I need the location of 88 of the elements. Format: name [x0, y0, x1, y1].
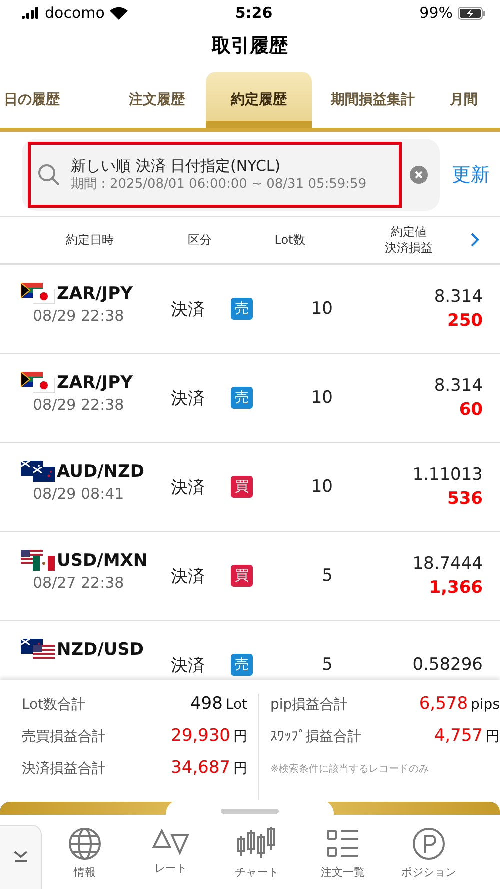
- summary-value: 4,757: [434, 726, 483, 746]
- candlestick-icon: [237, 827, 277, 861]
- column-header: 区分: [187, 232, 213, 248]
- chevron-down-icon: [12, 850, 28, 862]
- settlement-pnl: 250: [448, 311, 483, 331]
- history-tab[interactable]: 約定履歴: [206, 72, 312, 128]
- history-tab[interactable]: 期間損益集計: [312, 72, 434, 128]
- search-conditions: 新しい順 決済 日付指定(NYCL): [71, 156, 282, 176]
- settlement-pnl: 60: [459, 400, 483, 420]
- history-tab[interactable]: 月間: [434, 72, 494, 128]
- battery-percent: 99%: [420, 4, 453, 22]
- side-badge: 売: [231, 387, 253, 409]
- signal-icon: [22, 7, 40, 19]
- trade-type: 決済: [171, 298, 206, 320]
- collapse-button[interactable]: [0, 825, 42, 889]
- trade-date: 08/27 22:38: [32, 574, 126, 592]
- lot-count: 10: [310, 299, 333, 319]
- trade-price: 8.314: [434, 376, 483, 396]
- trade-price: 0.58296: [412, 655, 483, 675]
- page-title: 取引履歴: [210, 34, 289, 59]
- flags-icon: [21, 283, 55, 305]
- flags-icon: [21, 639, 55, 661]
- summary-label: 売買損益合計: [22, 728, 107, 746]
- summary-label: ｽﾜｯﾌﾟ損益合計: [270, 728, 362, 746]
- nav-item[interactable]: ポジション: [386, 827, 472, 880]
- p-circle-icon: [412, 827, 446, 861]
- clock-time: 5:26: [235, 4, 273, 22]
- summary-value: 29,930: [171, 726, 230, 746]
- summary-unit: 円: [234, 728, 248, 746]
- trade-type: 決済: [171, 654, 206, 676]
- currency-pair: ZAR/JPY: [57, 284, 133, 304]
- flags-icon: [21, 550, 55, 572]
- history-tab[interactable]: 日の履歴: [0, 72, 108, 128]
- summary-value: 34,687: [171, 758, 230, 778]
- column-header: 約定日時: [65, 232, 115, 248]
- chevron-right-icon[interactable]: [470, 232, 480, 248]
- trade-price: 18.7444: [412, 554, 483, 574]
- summary-unit: Lot: [226, 697, 248, 713]
- settlement-pnl: 536: [448, 489, 483, 509]
- flags-icon: [21, 372, 55, 394]
- summary-label: 決済損益合計: [22, 760, 107, 778]
- column-header: 約定値 決済損益: [384, 224, 434, 256]
- trade-type: 決済: [171, 566, 206, 588]
- clear-icon[interactable]: [410, 166, 428, 184]
- currency-pair: NZD/USD: [57, 640, 144, 660]
- settlement-pnl: 1,366: [429, 578, 483, 598]
- search-period: 期間：2025/08/01 06:00:00 ~ 08/31 05:59:59: [71, 176, 367, 194]
- nav-item[interactable]: 注文一覧: [300, 827, 386, 880]
- summary-unit: 円: [486, 728, 500, 746]
- trade-date: 08/29 08:41: [32, 485, 126, 503]
- summary-unit: pips: [471, 697, 500, 713]
- lot-count: 5: [321, 566, 333, 586]
- side-badge: 売: [231, 298, 253, 320]
- trade-date: 08/29 22:38: [32, 307, 126, 325]
- summary-value: 498: [190, 694, 223, 714]
- search-field[interactable]: 新しい順 決済 日付指定(NYCL) 期間：2025/08/01 06:00:00 ~ 08/31 05:59:59: [22, 139, 440, 211]
- summary-note: ※検索条件に該当するレコードのみ: [270, 762, 430, 776]
- wifi-icon: [110, 6, 128, 20]
- trade-price: 8.314: [434, 287, 483, 307]
- search-icon: [37, 163, 61, 187]
- currency-pair: AUD/NZD: [57, 462, 144, 482]
- globe-icon: [68, 827, 102, 861]
- side-badge: 買: [231, 476, 253, 498]
- summary-value: 6,578: [419, 694, 468, 714]
- summary-label: pip損益合計: [270, 696, 350, 714]
- nav-item[interactable]: チャート: [214, 827, 300, 880]
- trade-type: 決済: [171, 476, 206, 498]
- nav-item[interactable]: レート: [128, 827, 214, 876]
- carrier-name: docomo: [45, 4, 105, 22]
- refresh-button[interactable]: 更新: [452, 162, 490, 188]
- lot-count: 10: [310, 388, 333, 408]
- currency-pair: ZAR/JPY: [57, 373, 133, 393]
- summary-label: Lot数合計: [22, 696, 87, 714]
- summary-unit: 円: [234, 760, 248, 778]
- column-header: Lot数: [274, 232, 306, 248]
- history-tab[interactable]: 注文履歴: [108, 72, 206, 128]
- lot-count: 5: [321, 655, 333, 675]
- trade-price: 1.11013: [412, 465, 483, 485]
- trade-type: 決済: [171, 388, 206, 410]
- side-badge: 売: [231, 654, 253, 676]
- side-badge: 買: [231, 565, 253, 587]
- triangles-icon: [152, 827, 190, 857]
- trade-date: 08/29 22:38: [32, 396, 126, 414]
- currency-pair: USD/MXN: [57, 551, 148, 571]
- nav-item[interactable]: 情報: [42, 827, 128, 880]
- battery-charging-icon: [458, 6, 486, 20]
- flags-icon: [21, 461, 55, 483]
- lot-count: 10: [310, 477, 333, 497]
